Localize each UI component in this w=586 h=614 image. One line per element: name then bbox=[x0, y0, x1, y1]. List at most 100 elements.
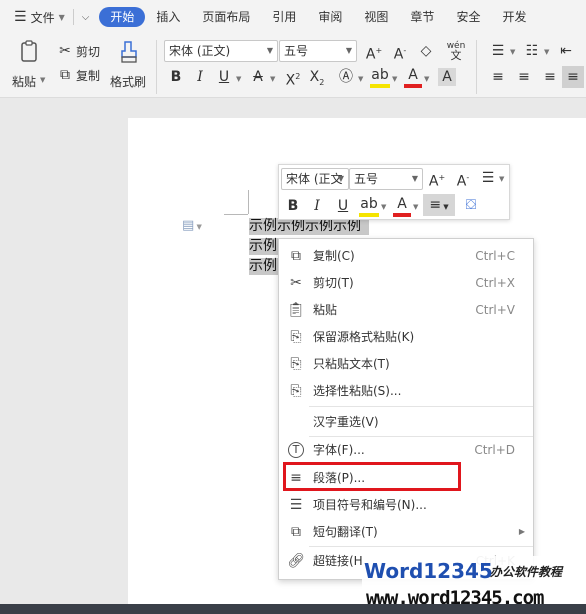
selected-text-line[interactable]: 示例 bbox=[249, 258, 279, 275]
increase-font-icon[interactable]: A+ bbox=[427, 169, 447, 191]
chevron-down-icon: ▼ bbox=[236, 75, 242, 83]
menu-item-label: 汉字重选(V) bbox=[313, 415, 379, 429]
character-shading-icon[interactable]: A bbox=[438, 68, 456, 86]
justify-icon[interactable]: ≡ bbox=[562, 66, 584, 88]
hamburger-icon: ☰ bbox=[14, 9, 27, 25]
paste-button[interactable]: 粘贴 ▼ bbox=[10, 40, 50, 92]
tab-insert[interactable]: 插入 bbox=[145, 7, 191, 27]
mini-font-name-value: 宋体 (正文 bbox=[286, 172, 343, 186]
menu-item-paste-keep-format[interactable]: ⎘ 保留源格式粘贴(K) bbox=[279, 324, 533, 350]
highlight-color-icon[interactable]: ab bbox=[359, 195, 379, 217]
menu-item-copy[interactable]: ⧉ 复制(C) Ctrl+C bbox=[279, 243, 533, 269]
text-effect-icon[interactable]: Ⓐ bbox=[336, 68, 356, 86]
divider bbox=[72, 9, 74, 25]
mini-font-name-select[interactable]: 宋体 (正文 ▼ bbox=[281, 168, 349, 190]
chevron-down-icon: ▼ bbox=[358, 75, 364, 83]
align-left-icon[interactable]: ≡ bbox=[488, 68, 508, 86]
selected-text-line[interactable]: 示例示例示例示例 bbox=[249, 218, 369, 235]
tab-section[interactable]: 章节 bbox=[399, 7, 445, 27]
menu-item-bullets-numbering[interactable]: ☰ 项目符号和编号(N)... bbox=[279, 492, 533, 518]
highlight-color-icon[interactable]: ab bbox=[370, 66, 390, 88]
chevron-down-icon: ▼ bbox=[499, 175, 505, 183]
selected-text-line[interactable]: 示例 bbox=[249, 238, 279, 255]
font-color-icon[interactable]: A bbox=[404, 66, 422, 88]
bullets-icon[interactable]: ☰ bbox=[488, 42, 508, 60]
quick-access-chevron-icon[interactable]: ⌵ bbox=[82, 12, 90, 23]
clear-format-icon[interactable]: ◇ bbox=[416, 42, 436, 60]
tab-developer[interactable]: 开发 bbox=[491, 7, 537, 27]
taskbar bbox=[0, 604, 586, 614]
phonetic-guide-button[interactable]: wén 文 bbox=[443, 40, 469, 62]
chevron-down-icon: ▼ bbox=[270, 75, 276, 83]
crop-mark bbox=[224, 214, 248, 215]
align-right-icon[interactable]: ≡ bbox=[540, 68, 560, 86]
font-size-select[interactable]: 五号 ▼ bbox=[279, 40, 357, 62]
scissors-icon: ✂ bbox=[290, 275, 302, 291]
clipboard-icon bbox=[21, 40, 37, 62]
format-painter-button[interactable]: 格式刷 bbox=[108, 40, 150, 92]
menu-item-paste[interactable]: 📋︎ 粘贴 Ctrl+V bbox=[279, 297, 533, 323]
menu-item-label: 选择性粘贴(S)... bbox=[313, 384, 402, 398]
subscript-icon[interactable]: X2 bbox=[306, 68, 328, 92]
tab-view[interactable]: 视图 bbox=[353, 7, 399, 27]
copy-icon: ⧉ bbox=[291, 248, 301, 264]
decrease-font-icon[interactable]: A- bbox=[390, 42, 410, 64]
chevron-down-icon: ▼ bbox=[544, 48, 550, 56]
decrease-font-icon[interactable]: A- bbox=[453, 169, 473, 191]
increase-font-icon[interactable]: A+ bbox=[364, 42, 384, 64]
chevron-down-icon: ▼ bbox=[392, 75, 398, 83]
underline-icon[interactable]: U bbox=[214, 68, 234, 86]
menu-item-label: 字体(F)... bbox=[313, 443, 365, 457]
menu-item-font[interactable]: T 字体(F)... Ctrl+D bbox=[279, 437, 533, 463]
copy-button[interactable]: ⧉ 复制 bbox=[56, 66, 104, 84]
line-spacing-icon[interactable]: ☰ bbox=[479, 169, 497, 187]
chevron-down-icon: ▼ bbox=[424, 75, 430, 83]
strikethrough-icon[interactable]: A bbox=[248, 68, 268, 86]
mini-font-size-select[interactable]: 五号 ▼ bbox=[349, 168, 423, 190]
decrease-indent-icon[interactable]: ⇤ bbox=[556, 42, 576, 60]
menu-item-label: 超链接(H bbox=[313, 554, 363, 568]
divider bbox=[156, 40, 157, 94]
file-menu[interactable]: ☰ 文件 ▼ bbox=[14, 9, 65, 26]
menu-item-label: 粘贴 bbox=[313, 303, 338, 317]
bold-icon[interactable]: B bbox=[166, 68, 186, 86]
watermark-brand: Word12345 bbox=[364, 559, 493, 583]
bullets-icon: ☰ bbox=[289, 497, 303, 513]
cut-button[interactable]: ✂ 剪切 bbox=[56, 42, 104, 60]
floating-format-toolbar: 宋体 (正文 ▼ 五号 ▼ A+ A- ☰ ▼ B I U ab ▼ A ▼ ≡ ▼… bbox=[278, 164, 510, 220]
chevron-down-icon: ▼ bbox=[413, 203, 419, 211]
underline-icon[interactable]: U bbox=[333, 197, 353, 215]
bold-icon[interactable]: B bbox=[283, 197, 303, 215]
superscript-icon[interactable]: X2 bbox=[282, 68, 304, 90]
tab-references[interactable]: 引用 bbox=[261, 7, 307, 27]
font-color-icon[interactable]: A bbox=[393, 195, 411, 217]
format-painter-icon[interactable]: ⛋ bbox=[461, 196, 481, 214]
align-center-icon[interactable]: ≡ bbox=[514, 68, 534, 86]
italic-icon[interactable]: I bbox=[190, 68, 210, 86]
document-marker-icon[interactable]: ▤ ▼ bbox=[182, 218, 202, 233]
menu-item-cut[interactable]: ✂ 剪切(T) Ctrl+X bbox=[279, 270, 533, 296]
menu-item-shortcut: Ctrl+D bbox=[474, 443, 515, 457]
menu-item-reconvert[interactable]: 汉字重选(V) bbox=[279, 409, 533, 435]
paste-special-icon: ⎘ bbox=[290, 383, 302, 399]
font-icon: T bbox=[288, 442, 304, 458]
paste-keep-format-icon: ⎘ bbox=[290, 329, 302, 345]
chevron-down-icon: ▼ bbox=[411, 174, 418, 183]
tab-review[interactable]: 审阅 bbox=[307, 7, 353, 27]
font-name-select[interactable]: 宋体 (正文) ▼ bbox=[164, 40, 278, 62]
menu-item-paste-text-only[interactable]: ⎘ 只粘贴文本(T) bbox=[279, 351, 533, 377]
paragraph-align-icon[interactable]: ≡ ▼ bbox=[423, 194, 455, 216]
tab-security[interactable]: 安全 bbox=[445, 7, 491, 27]
menu-item-label: 复制(C) bbox=[313, 249, 355, 263]
crop-mark bbox=[248, 190, 249, 214]
tab-home[interactable]: 开始 bbox=[99, 7, 146, 27]
numbering-icon[interactable]: ☷ bbox=[522, 42, 542, 60]
annotation-highlight-box bbox=[283, 462, 461, 491]
copy-icon: ⧉ bbox=[60, 67, 70, 83]
menu-item-translate[interactable]: ⧉ 短句翻译(T) ▶ bbox=[279, 519, 533, 545]
menu-divider bbox=[309, 546, 533, 547]
italic-icon[interactable]: I bbox=[307, 197, 327, 215]
menu-item-paste-special[interactable]: ⎘ 选择性粘贴(S)... bbox=[279, 378, 533, 404]
menubar: ☰ 文件 ▼ ⌵ 开始 插入 页面布局 引用 审阅 视图 章节 安全 开发 bbox=[0, 0, 586, 34]
tab-page-layout[interactable]: 页面布局 bbox=[191, 7, 261, 27]
